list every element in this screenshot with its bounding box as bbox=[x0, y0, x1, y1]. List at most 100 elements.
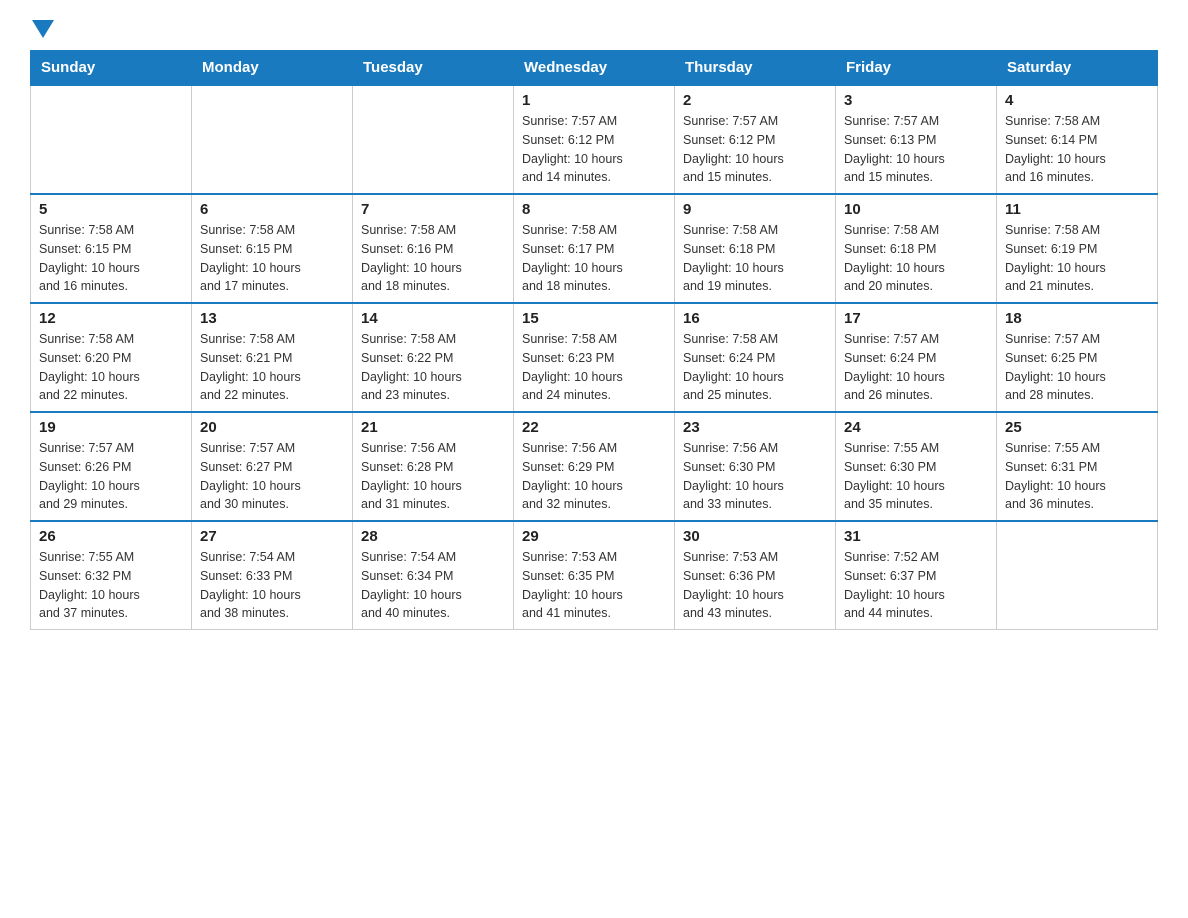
day-info: Sunrise: 7:57 AM Sunset: 6:12 PM Dayligh… bbox=[683, 112, 827, 187]
day-info: Sunrise: 7:53 AM Sunset: 6:35 PM Dayligh… bbox=[522, 548, 666, 623]
calendar-cell: 7 Sunrise: 7:58 AM Sunset: 6:16 PM Daylig… bbox=[353, 194, 514, 303]
day-info: Sunrise: 7:57 AM Sunset: 6:13 PM Dayligh… bbox=[844, 112, 988, 187]
day-info: Sunrise: 7:54 AM Sunset: 6:33 PM Dayligh… bbox=[200, 548, 344, 623]
calendar-cell: 26 Sunrise: 7:55 AM Sunset: 6:32 PM Dayli… bbox=[31, 521, 192, 630]
day-number: 17 bbox=[844, 310, 988, 327]
day-number: 28 bbox=[361, 528, 505, 545]
day-number: 2 bbox=[683, 92, 827, 109]
calendar-week-row: 19 Sunrise: 7:57 AM Sunset: 6:26 PM Dayli… bbox=[31, 412, 1158, 521]
day-number: 31 bbox=[844, 528, 988, 545]
calendar-cell: 6 Sunrise: 7:58 AM Sunset: 6:15 PM Daylig… bbox=[192, 194, 353, 303]
day-number: 29 bbox=[522, 528, 666, 545]
day-info: Sunrise: 7:54 AM Sunset: 6:34 PM Dayligh… bbox=[361, 548, 505, 623]
day-number: 13 bbox=[200, 310, 344, 327]
calendar-cell: 25Sunrise: 7:55 AM Sunset: 6:31 PM Dayli… bbox=[997, 412, 1158, 521]
day-info: Sunrise: 7:57 AM Sunset: 6:26 PM Dayligh… bbox=[39, 439, 183, 514]
day-info: Sunrise: 7:58 AM Sunset: 6:18 PM Dayligh… bbox=[683, 221, 827, 296]
calendar-cell: 12 Sunrise: 7:58 AM Sunset: 6:20 PM Dayli… bbox=[31, 303, 192, 412]
calendar-cell bbox=[997, 521, 1158, 630]
calendar-cell: 29 Sunrise: 7:53 AM Sunset: 6:35 PM Dayli… bbox=[514, 521, 675, 630]
day-info: Sunrise: 7:53 AM Sunset: 6:36 PM Dayligh… bbox=[683, 548, 827, 623]
day-number: 6 bbox=[200, 201, 344, 218]
day-of-week-header: Thursday bbox=[675, 51, 836, 86]
day-number: 5 bbox=[39, 201, 183, 218]
calendar-cell: 9Sunrise: 7:58 AM Sunset: 6:18 PM Daylig… bbox=[675, 194, 836, 303]
day-info: Sunrise: 7:56 AM Sunset: 6:28 PM Dayligh… bbox=[361, 439, 505, 514]
day-info: Sunrise: 7:57 AM Sunset: 6:27 PM Dayligh… bbox=[200, 439, 344, 514]
day-info: Sunrise: 7:58 AM Sunset: 6:15 PM Dayligh… bbox=[200, 221, 344, 296]
day-info: Sunrise: 7:55 AM Sunset: 6:32 PM Dayligh… bbox=[39, 548, 183, 623]
calendar-cell: 4 Sunrise: 7:58 AM Sunset: 6:14 PM Daylig… bbox=[997, 85, 1158, 194]
day-info: Sunrise: 7:57 AM Sunset: 6:25 PM Dayligh… bbox=[1005, 330, 1149, 405]
logo-triangle-icon bbox=[32, 20, 54, 40]
day-of-week-header: Saturday bbox=[997, 51, 1158, 86]
day-of-week-header: Friday bbox=[836, 51, 997, 86]
day-info: Sunrise: 7:58 AM Sunset: 6:18 PM Dayligh… bbox=[844, 221, 988, 296]
day-number: 11 bbox=[1005, 201, 1149, 218]
day-info: Sunrise: 7:56 AM Sunset: 6:29 PM Dayligh… bbox=[522, 439, 666, 514]
day-number: 20 bbox=[200, 419, 344, 436]
day-info: Sunrise: 7:58 AM Sunset: 6:16 PM Dayligh… bbox=[361, 221, 505, 296]
day-number: 27 bbox=[200, 528, 344, 545]
calendar-cell: 31Sunrise: 7:52 AM Sunset: 6:37 PM Dayli… bbox=[836, 521, 997, 630]
day-number: 10 bbox=[844, 201, 988, 218]
day-info: Sunrise: 7:58 AM Sunset: 6:21 PM Dayligh… bbox=[200, 330, 344, 405]
day-info: Sunrise: 7:56 AM Sunset: 6:30 PM Dayligh… bbox=[683, 439, 827, 514]
day-number: 15 bbox=[522, 310, 666, 327]
calendar-week-row: 5 Sunrise: 7:58 AM Sunset: 6:15 PM Daylig… bbox=[31, 194, 1158, 303]
calendar-cell: 5 Sunrise: 7:58 AM Sunset: 6:15 PM Daylig… bbox=[31, 194, 192, 303]
logo-row1 bbox=[30, 20, 54, 40]
day-number: 7 bbox=[361, 201, 505, 218]
calendar-cell: 1 Sunrise: 7:57 AM Sunset: 6:12 PM Daylig… bbox=[514, 85, 675, 194]
calendar-header-row: SundayMondayTuesdayWednesdayThursdayFrid… bbox=[31, 51, 1158, 86]
day-number: 18 bbox=[1005, 310, 1149, 327]
calendar-week-row: 26 Sunrise: 7:55 AM Sunset: 6:32 PM Dayli… bbox=[31, 521, 1158, 630]
day-number: 23 bbox=[683, 419, 827, 436]
day-number: 16 bbox=[683, 310, 827, 327]
logo-group bbox=[30, 20, 54, 40]
calendar-cell: 30 Sunrise: 7:53 AM Sunset: 6:36 PM Dayli… bbox=[675, 521, 836, 630]
day-info: Sunrise: 7:58 AM Sunset: 6:19 PM Dayligh… bbox=[1005, 221, 1149, 296]
day-info: Sunrise: 7:57 AM Sunset: 6:24 PM Dayligh… bbox=[844, 330, 988, 405]
calendar-week-row: 12 Sunrise: 7:58 AM Sunset: 6:20 PM Dayli… bbox=[31, 303, 1158, 412]
calendar-cell: 3 Sunrise: 7:57 AM Sunset: 6:13 PM Daylig… bbox=[836, 85, 997, 194]
day-number: 4 bbox=[1005, 92, 1149, 109]
day-info: Sunrise: 7:57 AM Sunset: 6:12 PM Dayligh… bbox=[522, 112, 666, 187]
day-number: 1 bbox=[522, 92, 666, 109]
calendar-cell bbox=[353, 85, 514, 194]
day-number: 14 bbox=[361, 310, 505, 327]
calendar-cell: 28 Sunrise: 7:54 AM Sunset: 6:34 PM Dayli… bbox=[353, 521, 514, 630]
day-number: 21 bbox=[361, 419, 505, 436]
day-info: Sunrise: 7:58 AM Sunset: 6:15 PM Dayligh… bbox=[39, 221, 183, 296]
day-number: 3 bbox=[844, 92, 988, 109]
calendar-cell: 11 Sunrise: 7:58 AM Sunset: 6:19 PM Dayli… bbox=[997, 194, 1158, 303]
calendar-week-row: 1 Sunrise: 7:57 AM Sunset: 6:12 PM Daylig… bbox=[31, 85, 1158, 194]
day-number: 26 bbox=[39, 528, 183, 545]
day-info: Sunrise: 7:58 AM Sunset: 6:14 PM Dayligh… bbox=[1005, 112, 1149, 187]
calendar-table: SundayMondayTuesdayWednesdayThursdayFrid… bbox=[30, 50, 1158, 630]
day-number: 8 bbox=[522, 201, 666, 218]
calendar-cell: 21 Sunrise: 7:56 AM Sunset: 6:28 PM Dayli… bbox=[353, 412, 514, 521]
day-info: Sunrise: 7:58 AM Sunset: 6:22 PM Dayligh… bbox=[361, 330, 505, 405]
day-number: 19 bbox=[39, 419, 183, 436]
day-number: 25 bbox=[1005, 419, 1149, 436]
day-number: 24 bbox=[844, 419, 988, 436]
calendar-cell: 17 Sunrise: 7:57 AM Sunset: 6:24 PM Dayli… bbox=[836, 303, 997, 412]
day-info: Sunrise: 7:58 AM Sunset: 6:20 PM Dayligh… bbox=[39, 330, 183, 405]
calendar-cell bbox=[192, 85, 353, 194]
day-number: 12 bbox=[39, 310, 183, 327]
day-info: Sunrise: 7:58 AM Sunset: 6:23 PM Dayligh… bbox=[522, 330, 666, 405]
day-of-week-header: Monday bbox=[192, 51, 353, 86]
calendar-cell: 10 Sunrise: 7:58 AM Sunset: 6:18 PM Dayli… bbox=[836, 194, 997, 303]
day-of-week-header: Wednesday bbox=[514, 51, 675, 86]
calendar-cell: 2 Sunrise: 7:57 AM Sunset: 6:12 PM Daylig… bbox=[675, 85, 836, 194]
calendar-cell: 14 Sunrise: 7:58 AM Sunset: 6:22 PM Dayli… bbox=[353, 303, 514, 412]
day-info: Sunrise: 7:58 AM Sunset: 6:17 PM Dayligh… bbox=[522, 221, 666, 296]
calendar-cell: 19 Sunrise: 7:57 AM Sunset: 6:26 PM Dayli… bbox=[31, 412, 192, 521]
page-header bbox=[30, 20, 1158, 40]
calendar-cell: 16Sunrise: 7:58 AM Sunset: 6:24 PM Dayli… bbox=[675, 303, 836, 412]
calendar-cell: 27 Sunrise: 7:54 AM Sunset: 6:33 PM Dayli… bbox=[192, 521, 353, 630]
day-number: 30 bbox=[683, 528, 827, 545]
day-of-week-header: Sunday bbox=[31, 51, 192, 86]
day-info: Sunrise: 7:55 AM Sunset: 6:30 PM Dayligh… bbox=[844, 439, 988, 514]
